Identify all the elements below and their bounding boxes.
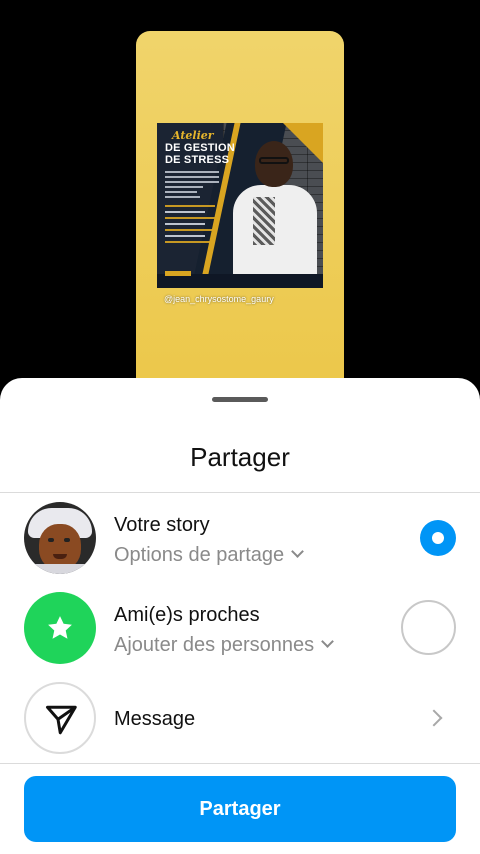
divider bbox=[0, 763, 480, 764]
divider bbox=[0, 492, 480, 493]
star-icon bbox=[48, 616, 72, 639]
flyer-details-block bbox=[165, 205, 215, 255]
story-preview: Atelier DE GESTION DE STRESS @jean_chrys… bbox=[136, 31, 344, 401]
chevron-right-icon bbox=[425, 709, 443, 727]
flyer-title-line1: DE GESTION bbox=[165, 142, 235, 154]
share-screen: Atelier DE GESTION DE STRESS @jean_chrys… bbox=[0, 0, 480, 854]
flyer-title-script: Atelier bbox=[172, 129, 214, 142]
sharing-options-link[interactable]: Options de partage bbox=[114, 544, 304, 567]
option-message[interactable]: Message bbox=[0, 682, 480, 772]
sheet-title: Partager bbox=[190, 442, 290, 472]
share-sheet: Partager Votre story Options de partage bbox=[0, 378, 480, 854]
message-badge bbox=[24, 682, 96, 754]
share-button[interactable]: Partager bbox=[24, 776, 456, 842]
mention-tag[interactable]: @jean_chrysostome_gaury bbox=[164, 294, 274, 304]
send-icon bbox=[46, 705, 77, 735]
flyer-title-line2: DE STRESS bbox=[165, 154, 230, 166]
option-your-story[interactable]: Votre story Options de partage bbox=[0, 502, 480, 592]
flyer-person-image bbox=[227, 141, 317, 281]
add-people-link[interactable]: Ajouter des personnes bbox=[114, 634, 335, 657]
radio-unselected[interactable] bbox=[401, 600, 456, 655]
chevron-down-icon bbox=[321, 635, 335, 648]
radio-selected[interactable] bbox=[420, 520, 456, 556]
flyer-text-block bbox=[165, 171, 219, 201]
option-label: Message bbox=[114, 708, 196, 730]
option-label: Ami(e)s proches bbox=[114, 604, 260, 626]
avatar bbox=[24, 502, 96, 574]
option-close-friends[interactable]: Ami(e)s proches Ajouter des personnes bbox=[0, 592, 480, 682]
sheet-grabber[interactable] bbox=[212, 397, 268, 402]
chevron-down-icon bbox=[291, 545, 304, 558]
option-label: Votre story bbox=[114, 514, 210, 536]
flyer-image: Atelier DE GESTION DE STRESS bbox=[157, 123, 323, 288]
close-friends-badge bbox=[24, 592, 96, 664]
